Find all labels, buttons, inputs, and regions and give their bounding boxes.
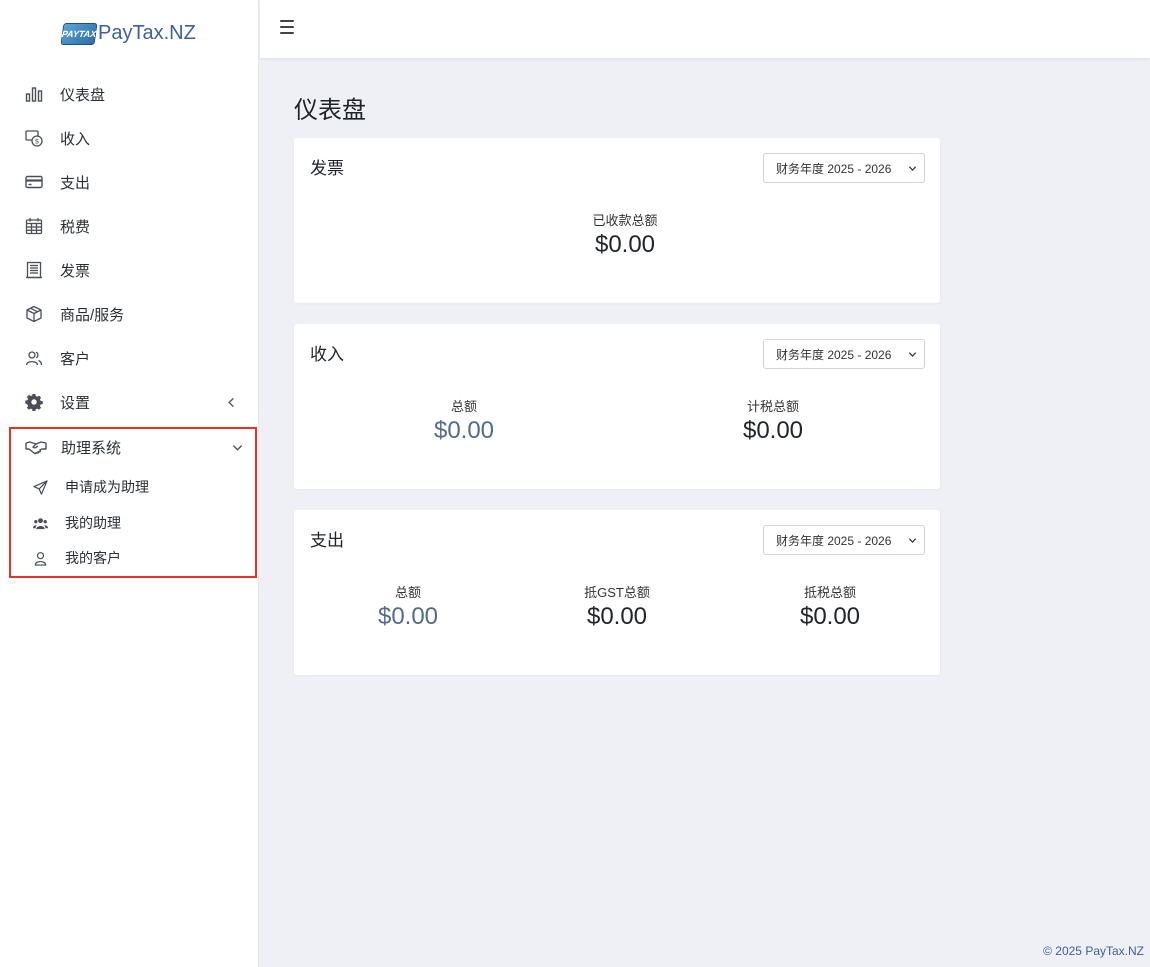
card-title: 收入 xyxy=(310,345,344,364)
sidebar-item-label: 客户 xyxy=(60,350,91,368)
sidebar-item-label: 仪表盘 xyxy=(60,86,106,104)
fiscal-year-value: 财务年度 2025 - 2026 xyxy=(776,161,892,176)
expense-total-stat: 总额 $0.00 xyxy=(308,582,508,631)
sidebar: PAYTAX PayTax.NZ 仪表盘 $ 收入 支出 税费 发票 商品/服务… xyxy=(0,0,259,967)
fiscal-year-select[interactable]: 财务年度 2025 - 2026 xyxy=(763,525,925,555)
sidebar-subitem-my-assistants[interactable]: 我的助理 xyxy=(11,505,255,541)
logo-text: PayTax.NZ xyxy=(98,22,196,44)
stat-value: $0.00 xyxy=(799,603,861,630)
chevron-down-icon xyxy=(231,441,243,453)
user-group-icon xyxy=(31,514,49,532)
fiscal-year-select[interactable]: 财务年度 2025 - 2026 xyxy=(763,339,925,369)
sidebar-item-expense[interactable]: 支出 xyxy=(0,160,259,204)
income-taxable-stat: 计税总额 $0.00 xyxy=(673,396,873,445)
stat-value: $0.00 xyxy=(586,603,648,630)
svg-text:$: $ xyxy=(35,138,39,146)
sidebar-item-tax[interactable]: 税费 xyxy=(0,204,259,248)
credit-card-icon xyxy=(24,172,44,192)
sidebar-subitem-label: 我的客户 xyxy=(65,550,121,566)
stat-label: 已收款总额 xyxy=(592,213,658,228)
assistant-system-label: 助理系统 xyxy=(61,439,122,457)
card-title: 支出 xyxy=(310,531,344,550)
sidebar-item-label: 商品/服务 xyxy=(60,306,125,324)
chevron-left-icon xyxy=(225,396,237,408)
fiscal-year-value: 财务年度 2025 - 2026 xyxy=(776,347,892,362)
stat-label: 抵GST总额 xyxy=(584,585,650,600)
top-bar xyxy=(260,0,1150,59)
gear-icon xyxy=(24,392,44,412)
expense-gst-stat: 抵GST总额 $0.00 xyxy=(517,582,717,631)
fiscal-year-value: 财务年度 2025 - 2026 xyxy=(776,533,892,548)
chevron-down-icon xyxy=(908,166,917,172)
bar-chart-icon xyxy=(24,84,44,104)
fiscal-year-select[interactable]: 财务年度 2025 - 2026 xyxy=(763,153,925,183)
sidebar-subitem-label: 申请成为助理 xyxy=(65,479,149,495)
paper-plane-icon xyxy=(31,478,49,496)
income-icon: $ xyxy=(24,128,44,148)
stat-label: 抵税总额 xyxy=(803,585,856,600)
chevron-down-icon xyxy=(908,538,917,544)
page-title: 仪表盘 xyxy=(294,97,366,124)
logo-badge: PAYTAX xyxy=(60,22,98,45)
sidebar-item-label: 税费 xyxy=(60,218,91,236)
expense-card: 支出 财务年度 2025 - 2026 总额 $0.00 抵GST总额 $0.0… xyxy=(294,510,940,675)
menu-toggle-icon[interactable] xyxy=(280,20,294,34)
calendar-icon xyxy=(24,216,44,236)
sidebar-item-income[interactable]: $ 收入 xyxy=(0,116,259,160)
assistant-system-group: 助理系统 申请成为助理 我的助理 我的客户 xyxy=(9,427,257,578)
sidebar-item-invoice[interactable]: 发票 xyxy=(0,248,259,292)
stat-value: $0.00 xyxy=(742,417,804,444)
sidebar-item-customers[interactable]: 客户 xyxy=(0,336,259,380)
chevron-down-icon xyxy=(908,352,917,358)
sidebar-subitem-label: 我的助理 xyxy=(65,515,121,531)
sidebar-item-label: 支出 xyxy=(60,174,91,192)
stat-value: $0.00 xyxy=(377,603,439,630)
stat-label: 总额 xyxy=(394,585,421,600)
stat-label: 计税总额 xyxy=(746,399,799,414)
users-icon xyxy=(24,348,44,368)
user-icon xyxy=(31,549,49,567)
income-card: 收入 财务年度 2025 - 2026 总额 $0.00 计税总额 $0.00 xyxy=(294,324,940,489)
sidebar-subitem-apply-assistant[interactable]: 申请成为助理 xyxy=(11,469,255,505)
app-logo[interactable]: PAYTAX PayTax.NZ xyxy=(60,22,196,45)
invoice-card: 发票 财务年度 2025 - 2026 已收款总额 $0.00 xyxy=(294,138,940,303)
received-total-stat: 已收款总额 $0.00 xyxy=(525,210,725,259)
handshake-icon xyxy=(25,437,47,457)
sidebar-nav: 仪表盘 $ 收入 支出 税费 发票 商品/服务 客户 设置 xyxy=(0,72,259,424)
invoice-icon xyxy=(24,260,44,280)
sidebar-item-label: 设置 xyxy=(60,394,91,412)
expense-tax-stat: 抵税总额 $0.00 xyxy=(730,582,930,631)
stat-value: $0.00 xyxy=(594,231,656,258)
income-total-stat: 总额 $0.00 xyxy=(364,396,564,445)
card-title: 发票 xyxy=(310,159,344,178)
sidebar-item-label: 收入 xyxy=(60,130,91,148)
sidebar-item-dashboard[interactable]: 仪表盘 xyxy=(0,72,259,116)
box-icon xyxy=(24,304,44,324)
sidebar-item-settings[interactable]: 设置 xyxy=(0,380,259,424)
sidebar-item-assistant-system[interactable]: 助理系统 xyxy=(11,429,255,465)
stat-label: 总额 xyxy=(450,399,477,414)
sidebar-item-label: 发票 xyxy=(60,262,91,280)
sidebar-item-products[interactable]: 商品/服务 xyxy=(0,292,259,336)
stat-value: $0.00 xyxy=(433,417,495,444)
footer-copyright: © 2025 PayTax.NZ xyxy=(1043,944,1144,958)
sidebar-subitem-my-clients[interactable]: 我的客户 xyxy=(11,540,255,576)
